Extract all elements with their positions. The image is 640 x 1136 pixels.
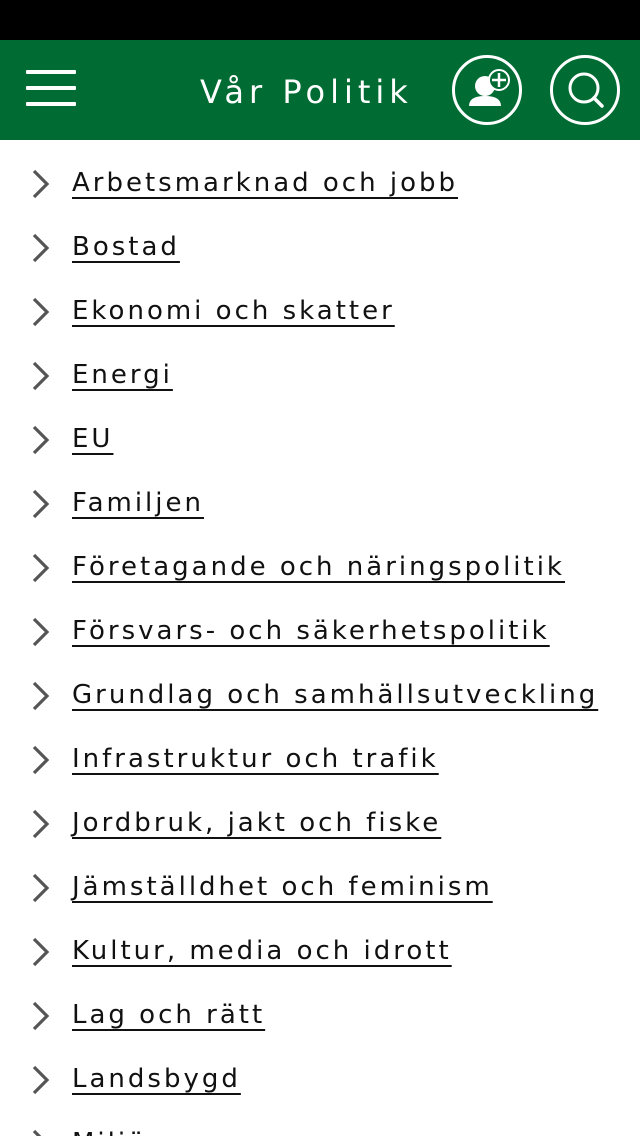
app-header: Vår Politik (0, 40, 640, 140)
chevron-right-icon (32, 233, 50, 263)
chevron-right-icon (32, 297, 50, 327)
topic-link[interactable]: Infrastruktur och trafik (72, 741, 439, 777)
chevron-right-icon (32, 617, 50, 647)
chevron-right-icon (32, 937, 50, 967)
topic-link[interactable]: Bostad (72, 229, 180, 265)
chevron-right-icon (32, 489, 50, 519)
topic-link[interactable]: EU (72, 421, 113, 457)
list-item[interactable]: Bostad (0, 204, 640, 268)
topic-link[interactable]: Grundlag och samhällsutveckling (72, 677, 598, 713)
list-item[interactable]: EU (0, 396, 640, 460)
list-item[interactable]: Landsbygd (0, 1036, 640, 1100)
list-item[interactable]: Energi (0, 332, 640, 396)
list-item[interactable]: Miljö (0, 1100, 640, 1136)
list-item[interactable]: Familjen (0, 460, 640, 524)
list-item[interactable]: Ekonomi och skatter (0, 268, 640, 332)
chevron-right-icon (32, 425, 50, 455)
list-item[interactable]: Jämställdhet och feminism (0, 844, 640, 908)
list-item[interactable]: Grundlag och samhällsutveckling (0, 652, 640, 716)
search-icon (568, 72, 604, 108)
topic-link[interactable]: Ekonomi och skatter (72, 293, 395, 329)
page-title: Vår Politik (200, 73, 413, 111)
topic-link[interactable]: Familjen (72, 485, 204, 521)
chevron-right-icon (32, 681, 50, 711)
menu-button[interactable] (26, 70, 78, 110)
list-item[interactable]: Företagande och näringspolitik (0, 524, 640, 588)
topic-link[interactable]: Arbetsmarknad och jobb (72, 165, 458, 201)
topic-link[interactable]: Försvars- och säkerhetspolitik (72, 613, 550, 649)
chevron-right-icon (32, 1129, 42, 1136)
chevron-right-icon (32, 361, 50, 391)
list-item[interactable]: Arbetsmarknad och jobb (0, 140, 640, 204)
hamburger-menu-icon (26, 70, 76, 74)
chevron-right-icon (32, 553, 50, 583)
list-item[interactable]: Försvars- och säkerhetspolitik (0, 588, 640, 652)
topic-link[interactable]: Energi (72, 357, 173, 393)
chevron-right-icon (32, 745, 50, 775)
list-item[interactable]: Infrastruktur och trafik (0, 716, 640, 780)
chevron-right-icon (32, 169, 50, 199)
status-bar (0, 0, 640, 40)
list-item[interactable]: Lag och rätt (0, 972, 640, 1036)
topic-link[interactable]: Företagande och näringspolitik (72, 549, 565, 585)
user-plus-icon (469, 69, 510, 106)
topic-list: Arbetsmarknad och jobb Bostad Ekonomi oc… (0, 140, 640, 1136)
topic-link[interactable]: Jordbruk, jakt och fiske (72, 805, 441, 841)
chevron-right-icon (32, 873, 50, 903)
topic-link[interactable]: Jämställdhet och feminism (72, 869, 493, 905)
list-item[interactable]: Kultur, media och idrott (0, 908, 640, 972)
chevron-right-icon (32, 1065, 50, 1095)
topic-link[interactable]: Lag och rätt (72, 997, 265, 1033)
search-button[interactable] (550, 55, 620, 125)
chevron-right-icon (32, 809, 50, 839)
topic-link[interactable]: Kultur, media och idrott (72, 933, 452, 969)
add-member-button[interactable] (452, 55, 522, 125)
list-item[interactable]: Jordbruk, jakt och fiske (0, 780, 640, 844)
chevron-right-icon (32, 1001, 50, 1031)
topic-link[interactable]: Landsbygd (72, 1061, 241, 1097)
topic-link[interactable]: Miljö (72, 1125, 147, 1136)
